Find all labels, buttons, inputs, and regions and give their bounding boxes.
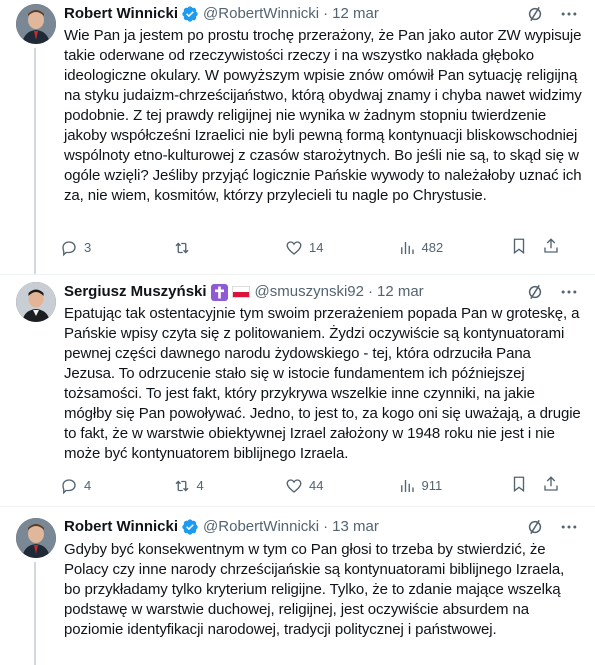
reply-count: 4 [84, 478, 92, 493]
like-button[interactable]: 44 [285, 477, 345, 495]
tweet-header: Robert Winnicki @RobertWinnicki · 12 mar [64, 4, 379, 24]
reply-icon [62, 241, 76, 257]
retweet-icon [175, 480, 188, 492]
latin-cross-icon [210, 283, 228, 301]
tweet-actions: 4 4 44 911 [60, 475, 560, 498]
like-count: 14 [309, 240, 324, 255]
verified-badge-icon [181, 518, 199, 536]
reply-button[interactable]: 3 [60, 239, 120, 257]
tweet-text: Epatując tak ostentacyjnie tym swoim prz… [64, 305, 581, 462]
heart-icon [286, 241, 302, 255]
retweet-button[interactable]: 4 [173, 477, 233, 495]
verified-badge-icon [181, 5, 199, 23]
tweet[interactable]: Robert Winnicki @RobertWinnicki · 12 mar… [0, 0, 595, 274]
separator-dot: · [323, 5, 329, 22]
reply-count: 3 [84, 240, 92, 255]
bookmark-icon[interactable] [510, 475, 528, 498]
retweet-icon [175, 242, 188, 254]
tweet-top-actions [525, 517, 579, 542]
views-count: 482 [421, 240, 444, 255]
tweet[interactable]: Sergiusz Muszyński @smuszynski92 · 12 ma… [0, 276, 595, 506]
author-handle[interactable]: @RobertWinnicki [203, 4, 319, 24]
tweet-date[interactable]: 12 mar [332, 4, 379, 24]
avatar[interactable] [16, 518, 56, 558]
retweet-count: 4 [196, 478, 204, 493]
tweet-date[interactable]: 12 mar [377, 282, 424, 302]
tweet[interactable]: Robert Winnicki @RobertWinnicki · 13 mar… [0, 508, 595, 665]
like-count: 44 [309, 478, 324, 493]
views-chart-icon [400, 480, 414, 492]
retweet-button[interactable] [173, 239, 233, 257]
share-icon[interactable] [542, 475, 560, 498]
separator-dot: · [323, 518, 329, 535]
share-group [510, 237, 560, 260]
avatar[interactable] [16, 4, 56, 44]
views-button[interactable]: 482 [398, 239, 458, 257]
author-handle[interactable]: @smuszynski92 [255, 282, 364, 302]
author-name[interactable]: Robert Winnicki [64, 517, 178, 537]
heart-icon [286, 479, 302, 493]
tweet-text: Gdyby być konsekwentnym w tym co Pan gło… [64, 541, 565, 638]
author-name[interactable]: Sergiusz Muszyński [64, 282, 207, 302]
divider [0, 506, 595, 507]
divider [0, 274, 595, 275]
reply-icon [62, 479, 76, 495]
views-button[interactable]: 911 [398, 477, 458, 495]
share-group [510, 475, 560, 498]
author-handle[interactable]: @RobertWinnicki [203, 517, 319, 537]
separator-dot: · [367, 283, 373, 300]
bookmark-icon[interactable] [510, 237, 528, 260]
views-count: 911 [421, 478, 443, 493]
thread-line [34, 562, 36, 665]
reply-button[interactable]: 4 [60, 477, 120, 495]
like-button[interactable]: 14 [285, 239, 345, 257]
tweet-actions: 3 14 482 [60, 237, 560, 260]
tweet-text: Wie Pan ja jestem po prostu trochę przer… [64, 27, 582, 204]
tweet-header: Robert Winnicki @RobertWinnicki · 13 mar [64, 517, 379, 537]
share-icon[interactable] [542, 237, 560, 260]
tweet-date[interactable]: 13 mar [332, 517, 379, 537]
poland-flag-icon [231, 286, 250, 298]
grok-icon[interactable] [525, 517, 545, 542]
author-name[interactable]: Robert Winnicki [64, 4, 178, 24]
avatar[interactable] [16, 282, 56, 322]
more-options-icon[interactable] [559, 517, 579, 542]
thread-line [34, 48, 36, 274]
tweet-header: Sergiusz Muszyński @smuszynski92 · 12 ma… [64, 282, 424, 302]
views-chart-icon [400, 242, 414, 254]
